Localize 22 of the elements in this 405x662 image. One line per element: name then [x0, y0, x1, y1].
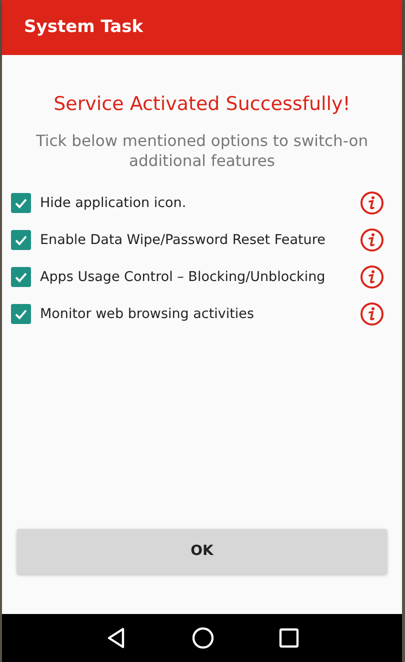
info-icon[interactable]	[360, 191, 384, 216]
option-label: Monitor web browsing activities	[40, 305, 256, 324]
app-title: System Task	[24, 16, 144, 39]
info-icon[interactable]	[360, 302, 384, 326]
checkbox[interactable]	[11, 193, 31, 214]
ok-button[interactable]: OK	[17, 529, 387, 574]
success-heading: Service Activated Successfully!	[52, 92, 352, 117]
check-icon	[14, 196, 28, 210]
checkbox[interactable]	[11, 230, 31, 250]
check-icon	[14, 270, 28, 284]
check-icon	[14, 307, 28, 322]
option-label: Apps Usage Control – Blocking/Unblocking	[40, 268, 326, 288]
info-icon[interactable]	[360, 265, 384, 290]
recents-icon[interactable]	[279, 628, 300, 648]
checkbox[interactable]	[11, 267, 31, 288]
check-icon	[14, 233, 28, 248]
instruction-text: Tick below mentioned options to switch-on additional features	[34, 130, 370, 171]
option-label: Hide application icon.	[40, 194, 188, 214]
info-icon[interactable]	[360, 228, 384, 252]
home-icon[interactable]	[192, 627, 214, 649]
checkbox[interactable]	[11, 304, 31, 324]
option-label: Enable Data Wipe/Password Reset Feature	[40, 231, 326, 250]
